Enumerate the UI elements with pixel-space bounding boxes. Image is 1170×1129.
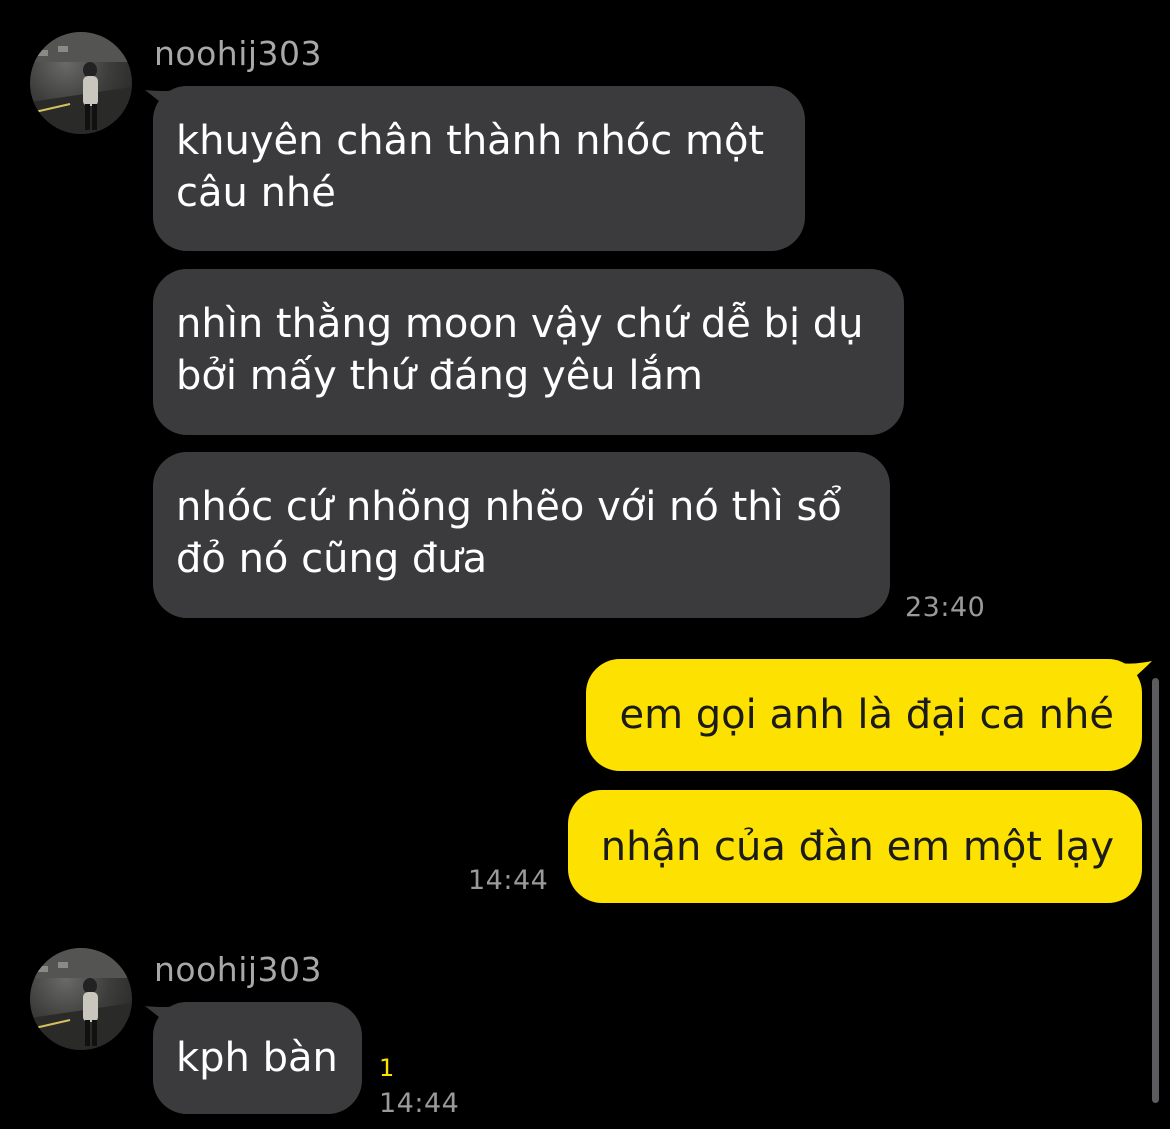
avatar-photo-icon <box>30 32 132 134</box>
sender-name: noohij303 <box>154 34 323 73</box>
message-timestamp: 23:40 <box>905 592 986 623</box>
outgoing-message[interactable]: nhận của đàn em một lạy <box>568 790 1142 903</box>
incoming-message[interactable]: nhìn thằng moon vậy chứ dễ bị dụ bởi mấy… <box>153 269 904 435</box>
message-timestamp: 14:44 <box>379 1088 460 1119</box>
incoming-message[interactable]: khuyên chân thành nhóc một câu nhé <box>153 86 805 251</box>
avatar-photo-icon <box>30 948 132 1050</box>
sender-avatar[interactable] <box>30 948 132 1050</box>
unread-count-badge: 1 <box>379 1054 395 1082</box>
incoming-message[interactable]: kph bàn <box>153 1002 362 1114</box>
sender-avatar[interactable] <box>30 32 132 134</box>
sender-name: noohij303 <box>154 950 323 989</box>
outgoing-message[interactable]: em gọi anh là đại ca nhé <box>586 659 1142 771</box>
scrollbar[interactable] <box>1152 678 1159 1103</box>
chat-view: noohij303 khuyên chân thành nhóc một câu… <box>0 0 1170 1129</box>
incoming-message[interactable]: nhóc cứ nhõng nhẽo với nó thì sổ đỏ nó c… <box>153 452 890 618</box>
message-timestamp: 14:44 <box>468 865 549 896</box>
